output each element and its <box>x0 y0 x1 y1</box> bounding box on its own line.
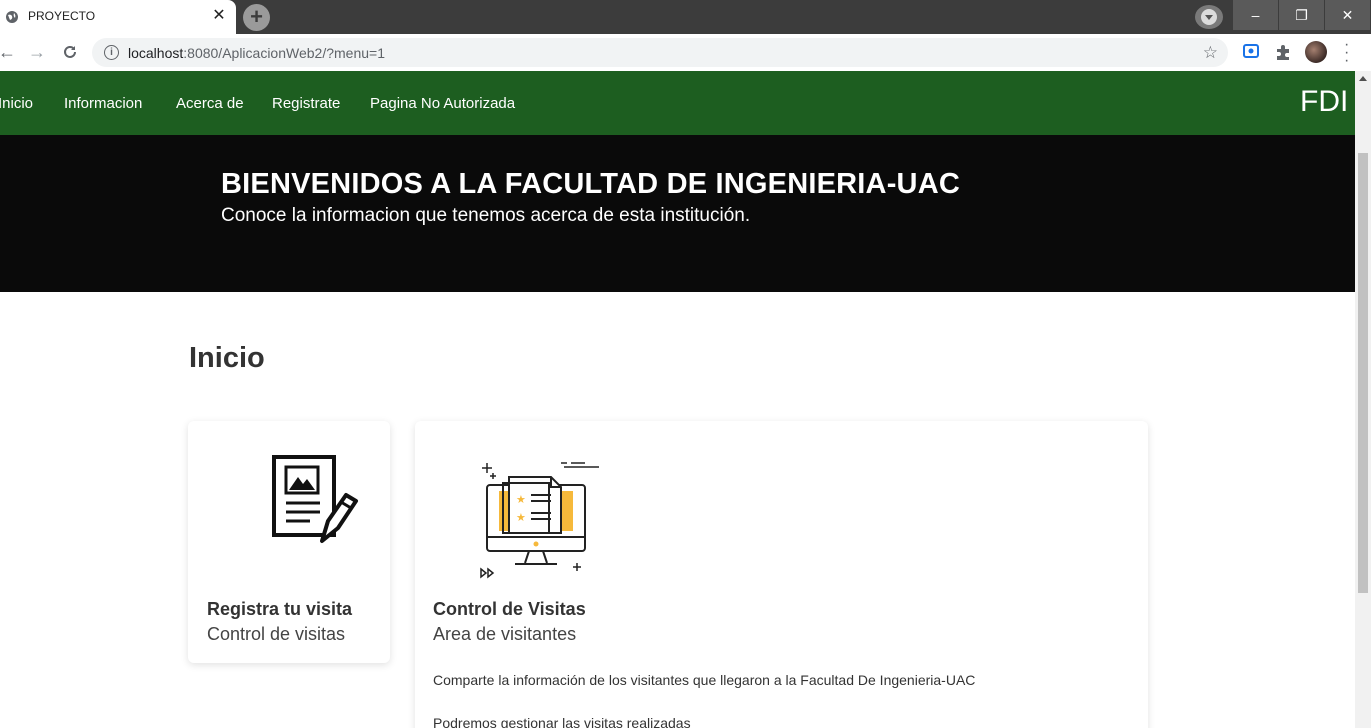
browser-toolbar: ← → i localhost:8080/AplicacionWeb2/?men… <box>0 34 1371 72</box>
browser-menu-icon[interactable]: · · · <box>1344 37 1349 69</box>
nav-link-informacion[interactable]: Informacion <box>64 95 142 112</box>
card-subtitle: Control de visitas <box>207 624 346 644</box>
scroll-thumb[interactable] <box>1358 153 1368 593</box>
profile-avatar[interactable] <box>1305 41 1327 63</box>
card-description-2: Podremos gestionar las visitas realizada… <box>433 715 691 728</box>
card-title: Registra tu visita <box>207 599 353 619</box>
window-close-button[interactable]: ✕ <box>1325 0 1370 30</box>
browser-tabstrip: PROYECTO ✕ + – ❐ ✕ <box>0 0 1371 34</box>
reload-icon[interactable] <box>62 44 78 60</box>
url-text[interactable]: localhost:8080/AplicacionWeb2/?menu=1 <box>128 45 385 61</box>
hero-title: BIENVENIDOS A LA FACULTAD DE INGENIERIA-… <box>221 168 960 200</box>
screen-cast-icon[interactable] <box>1243 44 1259 58</box>
site-navbar: Inicio Informacion Acerca de Registrate … <box>0 71 1355 135</box>
browser-tab[interactable]: PROYECTO ✕ <box>0 0 236 34</box>
extensions-puzzle-icon[interactable] <box>1275 44 1292 61</box>
tab-close-icon[interactable]: ✕ <box>210 7 228 25</box>
card-title: Control de Visitas <box>433 599 586 619</box>
window-restore-button[interactable]: ❐ <box>1279 0 1324 30</box>
nav-link-pagina-no-autorizada[interactable]: Pagina No Autorizada <box>370 95 515 112</box>
tab-search-icon[interactable] <box>1195 5 1223 29</box>
bookmark-star-icon[interactable]: ☆ <box>1203 43 1218 63</box>
page-title: Inicio <box>189 342 265 374</box>
forward-arrow-icon[interactable]: → <box>28 43 46 61</box>
svg-text:★: ★ <box>516 511 526 524</box>
nav-link-registrate[interactable]: Registrate <box>272 95 340 112</box>
card-control-visitas[interactable]: ★ ★ Control de Visitas Area de visitante… <box>415 421 1148 728</box>
site-brand[interactable]: FDI <box>1300 85 1348 119</box>
info-icon[interactable]: i <box>104 45 119 60</box>
svg-text:★: ★ <box>516 493 526 506</box>
nav-link-inicio[interactable]: Inicio <box>0 95 33 112</box>
hero-subtitle: Conoce la informacion que tenemos acerca… <box>221 205 751 226</box>
back-arrow-icon[interactable]: ← <box>0 43 16 61</box>
card-registra-visita[interactable]: Registra tu visita Control de visitas <box>188 421 390 663</box>
document-edit-icon <box>272 455 358 543</box>
card-subtitle: Area de visitantes <box>433 624 577 644</box>
monitor-document-icon: ★ ★ <box>480 462 599 579</box>
card-description: Comparte la información de los visitante… <box>433 672 976 688</box>
tab-title: PROYECTO <box>28 9 96 23</box>
address-bar[interactable]: i localhost:8080/AplicacionWeb2/?menu=1 … <box>92 38 1228 67</box>
page-scrollbar[interactable] <box>1355 71 1371 728</box>
hero-banner: BIENVENIDOS A LA FACULTAD DE INGENIERIA-… <box>0 135 1355 292</box>
globe-icon <box>6 11 18 23</box>
new-tab-button[interactable]: + <box>243 4 270 31</box>
page-viewport: Inicio Informacion Acerca de Registrate … <box>0 71 1355 728</box>
scroll-up-arrow-icon[interactable] <box>1359 76 1367 81</box>
nav-link-acerca-de[interactable]: Acerca de <box>176 95 244 112</box>
window-minimize-button[interactable]: – <box>1233 0 1278 30</box>
